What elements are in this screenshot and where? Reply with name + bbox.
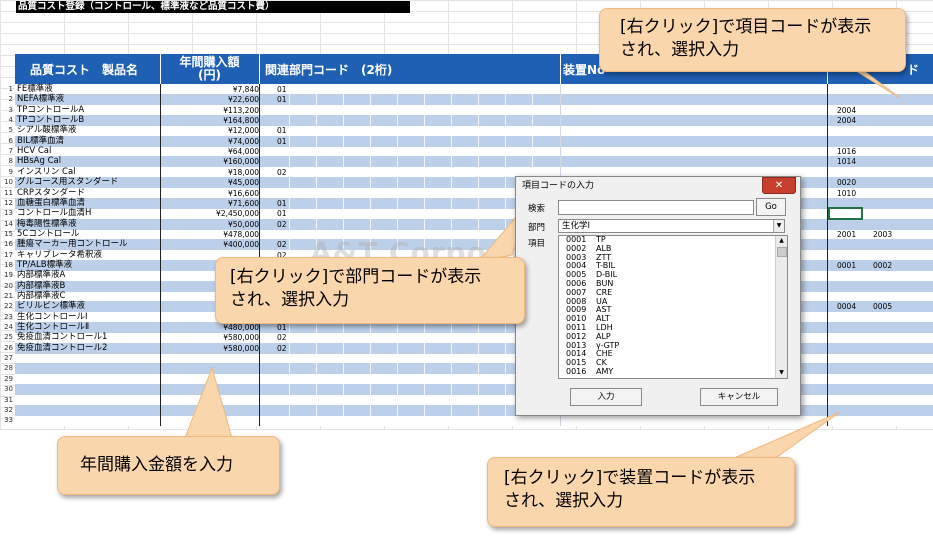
item-name: TP <box>596 235 606 244</box>
dept-select-value: 生化学Ⅰ <box>562 221 591 231</box>
ok-button[interactable]: 入力 <box>570 388 642 406</box>
item-name: UA <box>596 296 608 306</box>
list-item[interactable]: 0014 CHE <box>559 349 787 359</box>
callout-item-code-text: [右クリック]で項目コードが表示 され、選択入力 <box>620 17 872 60</box>
items-label: 項目 <box>528 239 546 249</box>
list-item[interactable]: 0015 CK <box>559 358 787 368</box>
item-name: T-BIL <box>596 261 616 271</box>
item-name: AMY <box>596 366 614 376</box>
pointer-amount <box>184 366 233 439</box>
item-name: CHE <box>596 349 613 359</box>
item-code-dialog[interactable]: 項目コードの入力 ✕ 検索 Go 部門 生化学Ⅰ ▼ 項目 0001 TP 0002… <box>515 176 801 416</box>
list-item[interactable]: 0008 UA <box>559 296 787 307</box>
list-item[interactable]: 0003 ZTT <box>559 252 787 263</box>
item-name: ALT <box>596 314 610 324</box>
list-item[interactable]: 0004 T-BIL <box>559 261 787 271</box>
list-item[interactable]: 0009 AST <box>559 305 787 315</box>
dept-select[interactable]: 生化学Ⅰ ▼ <box>558 219 785 233</box>
list-item[interactable]: 0002 ALB <box>559 243 787 254</box>
item-name: CK <box>596 358 607 368</box>
scroll-thumb[interactable] <box>777 247 787 257</box>
list-item[interactable]: 0006 BUN <box>559 278 787 289</box>
callout-dept-code-text: [右クリック]で部門コードが表示 され、選択入力 <box>230 267 482 310</box>
list-item[interactable]: 0016 AMY <box>559 366 787 377</box>
item-name: γ-GTP <box>596 340 620 350</box>
list-item[interactable]: 0011 LDH <box>559 322 787 333</box>
item-name: LDH <box>596 322 613 332</box>
callout-device-code: [右クリック]で装置コードが表示 され、選択入力 <box>487 457 795 527</box>
chevron-down-icon[interactable]: ▼ <box>773 220 784 232</box>
callout-device-code-text: [右クリック]で装置コードが表示 され、選択入力 <box>504 468 756 511</box>
item-name: ALB <box>596 243 612 253</box>
cancel-button[interactable]: キャンセル <box>700 388 778 406</box>
search-label: 検索 <box>528 204 546 214</box>
item-code: 0016 <box>566 366 587 376</box>
scroll-down-icon[interactable]: ▼ <box>776 368 787 378</box>
item-name: CRE <box>596 287 613 297</box>
item-name: ZTT <box>596 252 612 262</box>
close-button[interactable]: ✕ <box>762 177 796 194</box>
search-input[interactable] <box>558 200 754 215</box>
callout-item-code: [右クリック]で項目コードが表示 され、選択入力 <box>599 8 906 72</box>
item-list[interactable]: 0001 TP 0002 ALB 0003 ZTT 0004 T-BIL 0005 D-BIL 00… <box>558 235 788 379</box>
list-item[interactable]: 0001 TP <box>559 236 787 245</box>
list-item[interactable]: 0012 ALP <box>559 331 787 342</box>
list-item[interactable]: 0010 ALT <box>559 314 787 324</box>
pointer-device-code <box>724 411 841 463</box>
item-list-inner: 0001 TP 0002 ALB 0003 ZTT 0004 T-BIL 0005 D-BIL 00… <box>559 236 787 377</box>
item-name: AST <box>596 305 612 315</box>
scroll-up-icon[interactable]: ▲ <box>776 236 787 246</box>
dept-label: 部門 <box>528 223 546 233</box>
callout-amount-text: 年間購入金額を入力 <box>80 455 233 475</box>
go-button[interactable]: Go <box>756 198 786 216</box>
item-name: D-BIL <box>596 270 618 280</box>
item-name: ALP <box>596 331 611 341</box>
list-scrollbar[interactable]: ▲ ▼ <box>775 236 787 378</box>
list-item[interactable]: 0005 D-BIL <box>559 270 787 280</box>
list-item[interactable]: 0013 γ-GTP <box>559 340 787 351</box>
callout-amount: 年間購入金額を入力 <box>57 436 280 495</box>
callout-dept-code: [右クリック]で部門コードが表示 され、選択入力 <box>215 257 525 324</box>
list-item[interactable]: 0007 CRE <box>559 287 787 298</box>
item-name: BUN <box>596 278 614 288</box>
